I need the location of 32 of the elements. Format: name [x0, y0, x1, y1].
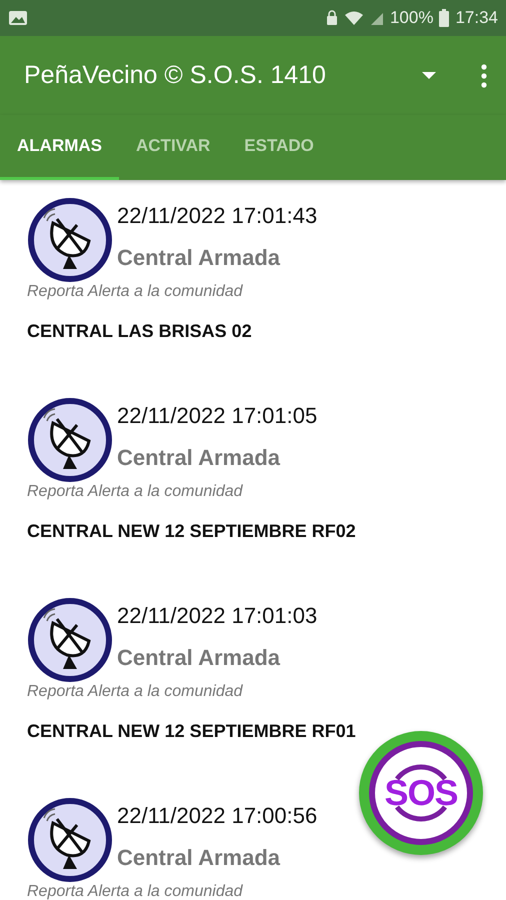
alarm-description: Reporta Alerta a la comunidad: [27, 883, 244, 900]
alarm-name: CENTRAL NEW 12 SEPTIEMBRE RF02: [27, 521, 357, 542]
alarm-description: Reporta Alerta a la comunidad: [27, 683, 244, 701]
alarm-type: Central Armada: [117, 245, 282, 271]
satellite-dish-icon: [27, 397, 113, 483]
satellite-dish-icon: [27, 597, 113, 683]
alarm-description: Reporta Alerta a la comunidad: [27, 283, 244, 301]
battery-percentage: 100%: [390, 8, 434, 28]
satellite-dish-icon: [27, 797, 113, 883]
tab[interactable]: ESTADO: [227, 115, 331, 180]
sos-button[interactable]: SOS: [359, 731, 483, 855]
alarm-datetime: 22/11/2022 17:00:56: [117, 803, 318, 829]
alarm-type: Central Armada: [117, 445, 282, 471]
tab[interactable]: ALARMAS: [0, 115, 119, 180]
alarm-datetime: 22/11/2022 17:01:05: [117, 403, 318, 429]
alarm-name: CENTRAL LAS BRISAS 02: [27, 321, 253, 342]
alarm-datetime: 22/11/2022 17:01:03: [117, 603, 318, 629]
alarm-type: Central Armada: [117, 845, 282, 871]
lock-icon: [326, 10, 338, 26]
alarm-description: Reporta Alerta a la comunidad: [27, 483, 244, 501]
clock: 17:34: [455, 8, 498, 28]
tab[interactable]: ACTIVAR: [119, 115, 228, 180]
image-icon: [8, 10, 28, 26]
alarm-type: Central Armada: [117, 645, 282, 671]
alarm-datetime: 22/11/2022 17:01:43: [117, 203, 318, 229]
satellite-dish-icon: [27, 197, 113, 283]
alarm-name: CENTRAL NEW 12 SEPTIEMBRE RF01: [27, 721, 357, 742]
dropdown-icon[interactable]: [422, 72, 436, 80]
battery-icon: [439, 9, 450, 27]
more-options-icon[interactable]: [480, 64, 488, 88]
app-title: PeñaVecino © S.O.S. 1410: [24, 61, 327, 90]
wifi-icon: [344, 10, 364, 26]
